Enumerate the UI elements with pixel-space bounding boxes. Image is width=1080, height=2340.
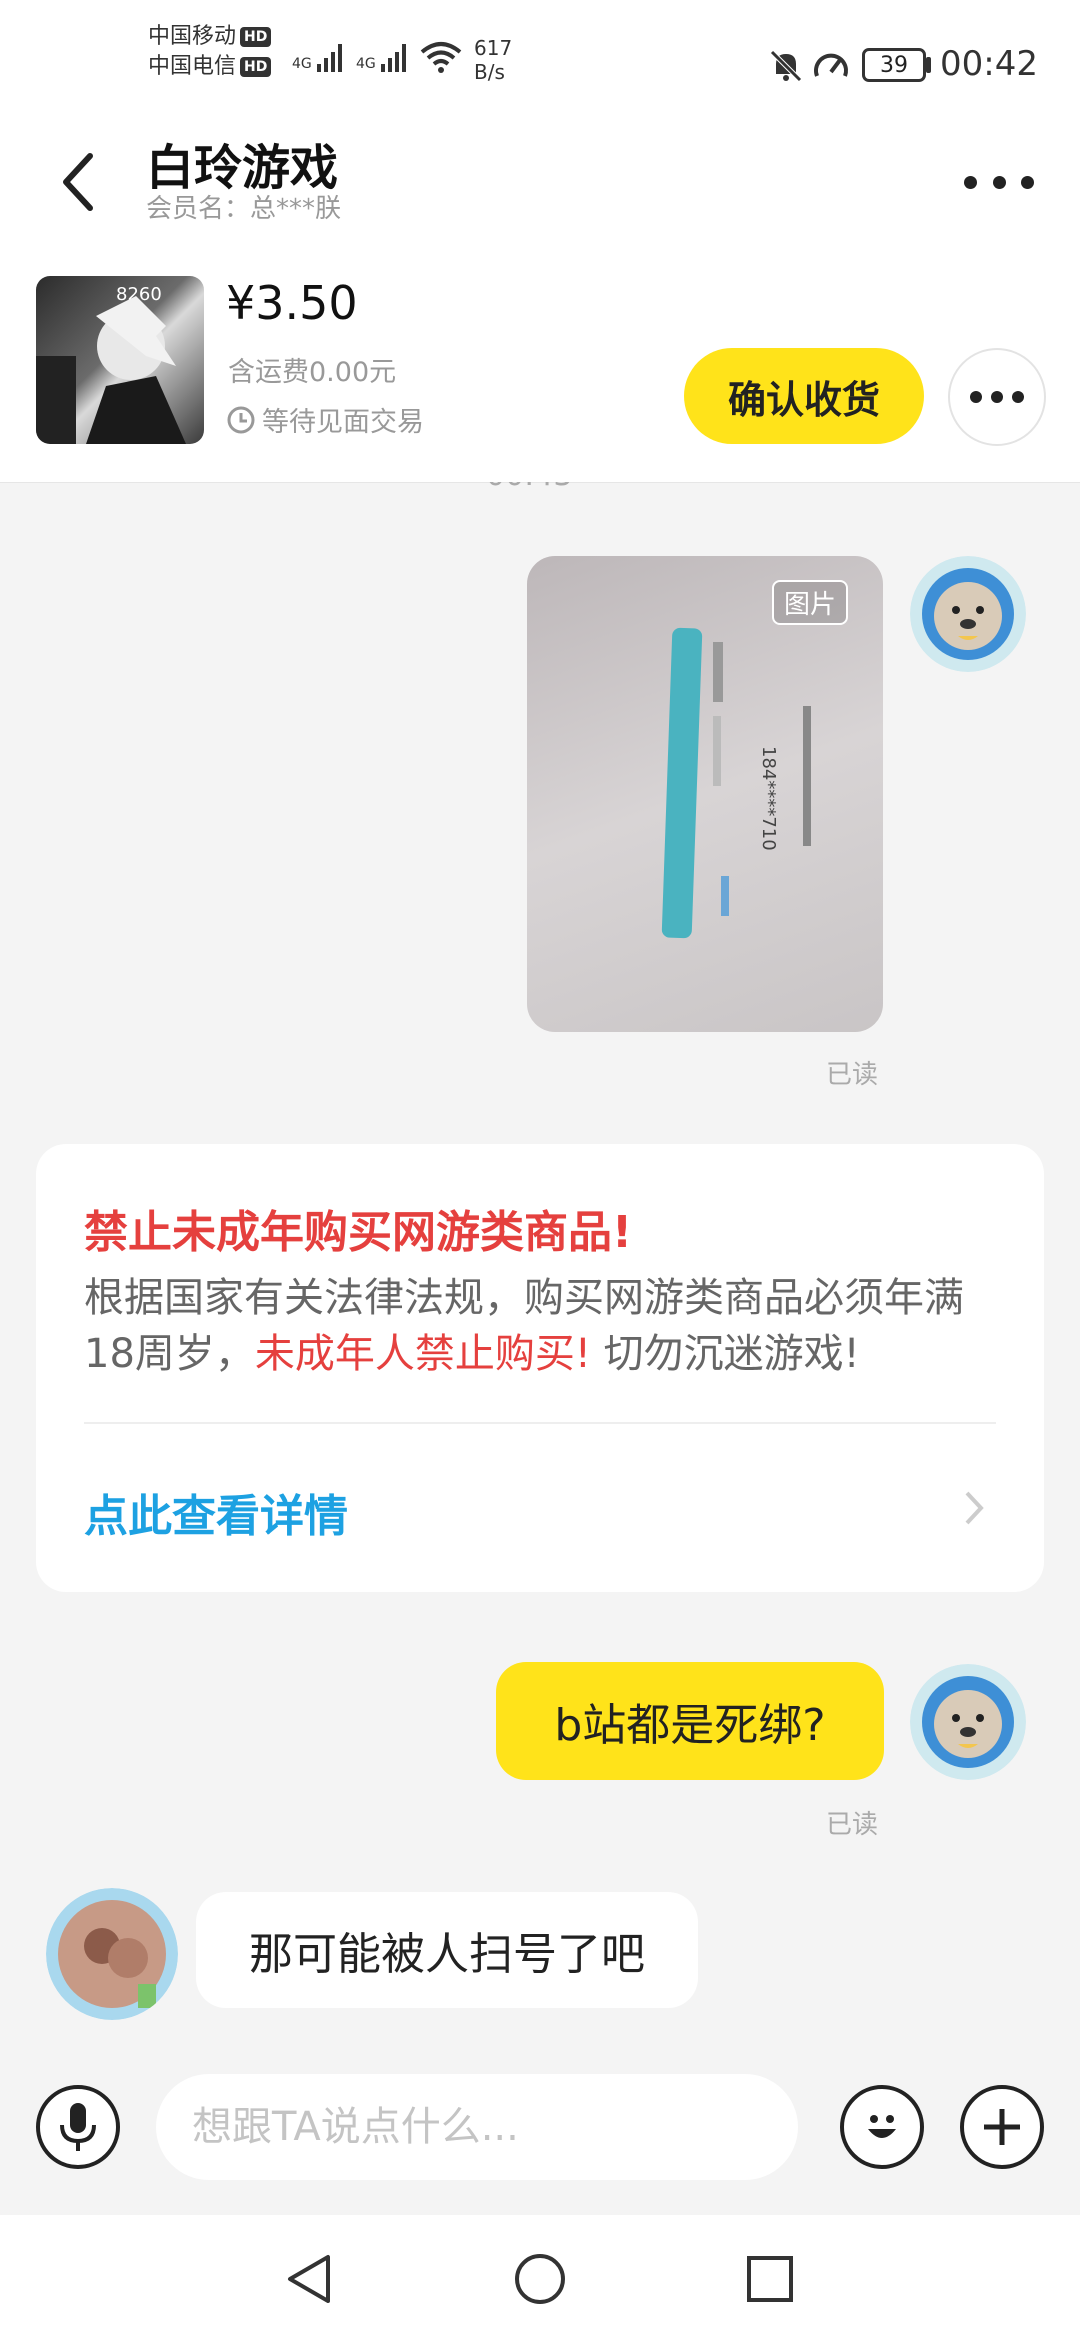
my-text-message[interactable]: b站都是死绑? — [496, 1662, 884, 1780]
signal-icon-2: 4G — [356, 42, 406, 72]
plus-icon — [984, 2109, 1020, 2145]
seal-avatar-icon — [910, 556, 1026, 672]
screenshot-photo: 184****710 — [661, 627, 811, 939]
nav-home-icon[interactable] — [514, 2253, 566, 2305]
seller-avatar-image — [46, 1888, 178, 2020]
product-thumbnail[interactable]: 8260 — [36, 276, 204, 444]
notice-body-warning: 未成年人禁止购买! — [254, 1331, 591, 1377]
notice-title: 禁止未成年购买网游类商品! — [84, 1207, 633, 1258]
speed-unit: B/s — [474, 60, 505, 84]
net-type: 4G — [292, 56, 312, 72]
net-type-2: 4G — [356, 56, 376, 72]
product-bar: 8260 ¥3.50 含运费0.00元 等待见面交易 确认收货 — [0, 240, 1080, 483]
chat-header: 白玲游戏 会员名：总***朕 — [0, 120, 1080, 240]
notice-details-link[interactable]: 点此查看详情 — [36, 1424, 1044, 1592]
trade-status-label: 等待见面交易 — [262, 407, 424, 438]
image-tag: 图片 — [772, 580, 849, 625]
product-more-button[interactable] — [948, 348, 1046, 446]
system-nav-bar — [0, 2215, 1080, 2340]
clock: 00:42 — [940, 44, 1038, 84]
chat-timestamp: 00:43 — [486, 482, 572, 493]
hd-badge: HD — [240, 27, 272, 47]
notice-body-tail: 切勿沉迷游戏! — [590, 1331, 860, 1377]
mute-icon — [768, 48, 804, 88]
speed-value: 617 — [474, 36, 513, 60]
timestamp-clip: 00:43 — [0, 482, 1080, 496]
notice-link-label: 点此查看详情 — [84, 1491, 348, 1542]
character-image — [36, 296, 186, 444]
price: ¥3.50 — [226, 276, 358, 330]
notice-body: 根据国家有关法律法规，购买网游类商品必须年满18周岁，未成年人禁止购买! 切勿沉… — [84, 1270, 1004, 1382]
seal-avatar-icon-2 — [910, 1664, 1026, 1780]
clock-icon — [227, 406, 255, 433]
signal-icon: 4G — [292, 42, 342, 72]
voice-button[interactable] — [36, 2085, 120, 2169]
minor-notice-card: 禁止未成年购买网游类商品! 根据国家有关法律法规，购买网游类商品必须年满18周岁… — [36, 1144, 1044, 1592]
battery-icon: 39 — [862, 48, 926, 82]
microphone-icon — [60, 2103, 96, 2151]
carrier-2: 中国电信 — [148, 54, 237, 79]
read-receipt-2: 已读 — [826, 1810, 879, 1840]
shipping-fee: 含运费0.00元 — [228, 357, 397, 388]
my-avatar-2[interactable] — [910, 1664, 1026, 1780]
confirm-receipt-button[interactable]: 确认收货 — [684, 348, 924, 444]
input-bar — [0, 2055, 1080, 2215]
seller-text-message[interactable]: 那可能被人扫号了吧 — [196, 1892, 698, 2008]
speedometer-icon — [812, 48, 850, 88]
wifi-icon — [420, 40, 462, 78]
nav-recents-icon[interactable] — [746, 2255, 794, 2303]
more-dots-icon — [970, 391, 1024, 403]
message-input[interactable] — [156, 2074, 798, 2180]
status-bar: 中国移动 HD 中国电信 HD 4G 4G 617 B/s 39 00:42 — [0, 0, 1080, 120]
chevron-right-icon — [965, 1491, 984, 1525]
chevron-left-icon — [63, 153, 93, 211]
image-message[interactable]: 184****710 图片 — [527, 556, 883, 1032]
battery-level: 39 — [880, 52, 908, 78]
hd-badge-2: HD — [240, 57, 272, 77]
member-name: 会员名：总***朕 — [146, 194, 342, 224]
read-receipt-1: 已读 — [826, 1060, 879, 1090]
carrier-1: 中国移动 — [148, 24, 237, 49]
my-avatar[interactable] — [910, 556, 1026, 672]
emoji-button[interactable] — [840, 2085, 924, 2169]
carrier-block: 中国移动 HD 中国电信 HD — [148, 22, 272, 82]
back-button[interactable] — [48, 142, 108, 222]
seller-avatar[interactable] — [46, 1888, 178, 2020]
more-button[interactable] — [964, 164, 1034, 200]
net-speed: 617 B/s — [474, 36, 512, 84]
battery-tip — [926, 57, 931, 73]
image-phone: 184****710 — [758, 746, 779, 851]
plus-button[interactable] — [960, 2085, 1044, 2169]
emoji-icon — [868, 2115, 896, 2138]
trade-status: 等待见面交易 — [226, 400, 424, 439]
nav-back-icon[interactable] — [284, 2253, 334, 2305]
